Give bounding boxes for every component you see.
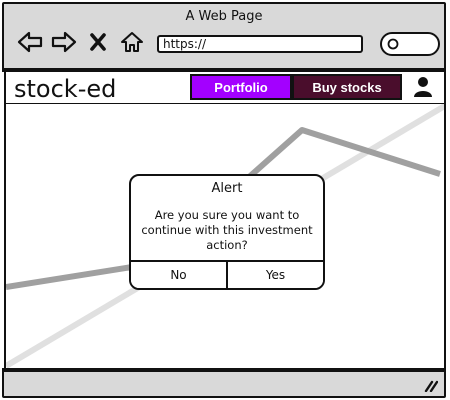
yes-button[interactable]: Yes [226,262,323,288]
alert-title: Alert [211,181,243,196]
resize-grip-icon[interactable] [424,378,438,392]
browser-window: A Web Page https:// stock-ed Portfolio B… [0,0,450,400]
tab-portfolio-label: Portfolio [214,79,268,95]
alert-actions: No Yes [131,260,323,288]
search-box[interactable] [380,32,440,56]
alert-dialog: Alert Are you sure you want to continue … [129,174,325,290]
app-header: stock-ed Portfolio Buy stocks [4,72,446,106]
search-icon [387,38,399,50]
forward-arrow-icon[interactable] [50,28,78,56]
tab-buy-stocks-label: Buy stocks [312,79,382,95]
tab-portfolio[interactable]: Portfolio [190,74,292,100]
browser-toolbar: A Web Page https:// [2,2,446,72]
user-icon [414,77,432,97]
url-input[interactable]: https:// [157,35,363,53]
browser-status-bar [2,368,446,398]
user-account-button[interactable] [404,74,442,100]
close-icon[interactable] [84,28,112,56]
alert-message: Are you sure you want to continue with t… [141,208,313,252]
tab-buy-stocks[interactable]: Buy stocks [292,74,402,100]
app-logo[interactable]: stock-ed [14,74,116,104]
back-arrow-icon[interactable] [16,28,44,56]
home-icon[interactable] [118,28,146,56]
no-button[interactable]: No [131,262,226,288]
window-title: A Web Page [185,9,263,24]
navigation-controls [16,28,146,56]
